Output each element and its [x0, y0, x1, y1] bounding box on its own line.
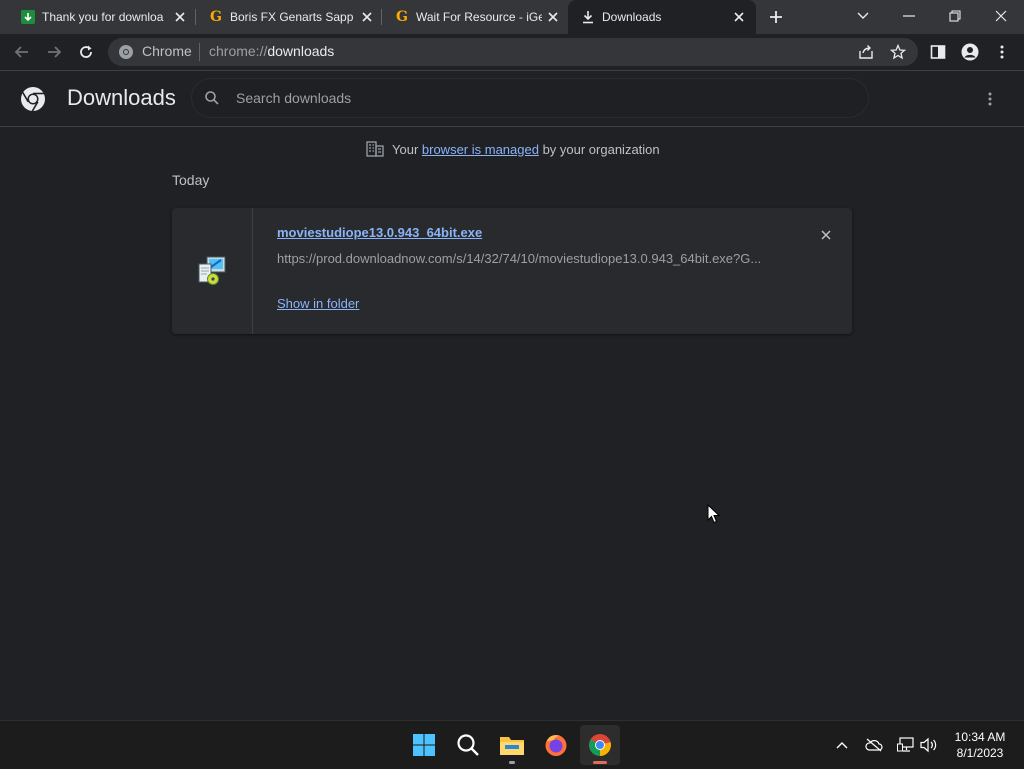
- search-icon: [456, 733, 480, 757]
- show-hidden-icons-chevron-icon[interactable]: [832, 735, 852, 755]
- download-icon-column: [172, 208, 253, 334]
- windows-taskbar: 10:34 AM 8/1/2023: [0, 720, 1024, 769]
- start-button[interactable]: [404, 725, 444, 765]
- download-icon: [580, 9, 596, 25]
- tab-boris-fx[interactable]: G Boris FX Genarts Sapph: [196, 0, 382, 34]
- download-item: moviestudiope13.0.943_64bit.exe https://…: [172, 208, 852, 334]
- tab-wait-for-resource[interactable]: G Wait For Resource - iGe: [382, 0, 568, 34]
- managed-prefix: Your: [392, 141, 422, 157]
- taskbar-firefox[interactable]: [536, 725, 576, 765]
- tab-thank-you[interactable]: Thank you for downloa: [8, 0, 196, 34]
- tab-title: Wait For Resource - iGe: [416, 10, 542, 24]
- firefox-icon: [544, 733, 568, 757]
- reload-button[interactable]: [74, 40, 98, 64]
- page-title: Downloads: [67, 85, 176, 110]
- close-icon[interactable]: [731, 9, 747, 25]
- running-indicator: [593, 761, 607, 764]
- new-tab-button[interactable]: [765, 6, 787, 28]
- running-indicator: [509, 761, 515, 764]
- file-source-url: https://prod.downloadnow.com/s/14/32/74/…: [277, 251, 762, 266]
- close-icon[interactable]: [172, 9, 188, 25]
- clock-time: 10:34 AM: [954, 730, 1006, 744]
- side-panel-icon[interactable]: [926, 40, 950, 64]
- url-text[interactable]: chrome://downloads: [209, 43, 334, 59]
- chrome-site-icon: [118, 44, 134, 60]
- browser-toolbar: Chrome chrome://downloads: [0, 34, 1024, 71]
- url-scheme: chrome://: [209, 43, 268, 59]
- omnibox-separator: [199, 43, 200, 61]
- date-section-label: Today: [172, 172, 210, 188]
- search-box[interactable]: [192, 79, 868, 117]
- g-logo-icon: G: [396, 9, 408, 25]
- site-label: Chrome: [142, 43, 192, 59]
- start-icon: [412, 733, 436, 757]
- file-explorer-icon: [499, 734, 525, 756]
- green-download-icon: [20, 9, 36, 25]
- tab-title: Thank you for downloa: [42, 10, 164, 24]
- mouse-cursor-icon: [707, 503, 721, 524]
- installer-file-icon: [196, 254, 228, 286]
- onedrive-offline-icon[interactable]: [864, 735, 884, 755]
- forward-button[interactable]: [42, 40, 66, 64]
- downloads-header: Downloads: [0, 71, 1024, 127]
- tab-strip: Thank you for downloa G Boris FX Genarts…: [0, 0, 1024, 34]
- tab-downloads[interactable]: Downloads: [568, 0, 756, 34]
- search-input[interactable]: [236, 88, 836, 108]
- taskbar-chrome[interactable]: [580, 725, 620, 765]
- g-logo-icon: G: [210, 9, 222, 25]
- more-actions-icon[interactable]: [978, 87, 1002, 111]
- close-window-button[interactable]: [978, 0, 1024, 32]
- chrome-logo-icon: [20, 86, 46, 112]
- url-host: downloads: [267, 43, 335, 59]
- chrome-menu-icon[interactable]: [990, 40, 1014, 64]
- managed-notice: Your browser is managed by your organiza…: [366, 141, 660, 157]
- chrome-icon: [588, 733, 612, 757]
- volume-icon[interactable]: [919, 735, 939, 755]
- managed-suffix: by your organization: [538, 141, 660, 157]
- search-icon: [204, 90, 220, 106]
- tab-title: Boris FX Genarts Sapph: [230, 10, 354, 24]
- tab-search-button[interactable]: [840, 0, 886, 32]
- restore-button[interactable]: [932, 0, 978, 32]
- remove-download-button[interactable]: [816, 225, 836, 245]
- taskbar-search-button[interactable]: [448, 725, 488, 765]
- browser-managed-link[interactable]: browser is managed: [422, 142, 539, 157]
- tab-title: Downloads: [602, 10, 662, 24]
- building-icon: [366, 141, 384, 157]
- taskbar-file-explorer[interactable]: [492, 725, 532, 765]
- show-in-folder-link[interactable]: Show in folder: [277, 296, 359, 311]
- close-icon[interactable]: [359, 9, 375, 25]
- minimize-button[interactable]: [886, 0, 932, 32]
- back-button[interactable]: [10, 40, 34, 64]
- bookmark-star-icon[interactable]: [886, 40, 910, 64]
- profile-icon[interactable]: [958, 40, 982, 64]
- close-icon[interactable]: [545, 9, 561, 25]
- file-name-link[interactable]: moviestudiope13.0.943_64bit.exe: [277, 225, 482, 240]
- network-icon[interactable]: [896, 735, 916, 755]
- system-clock[interactable]: 10:34 AM 8/1/2023: [948, 729, 1012, 761]
- share-icon[interactable]: [854, 40, 878, 64]
- clock-date: 8/1/2023: [956, 746, 1004, 760]
